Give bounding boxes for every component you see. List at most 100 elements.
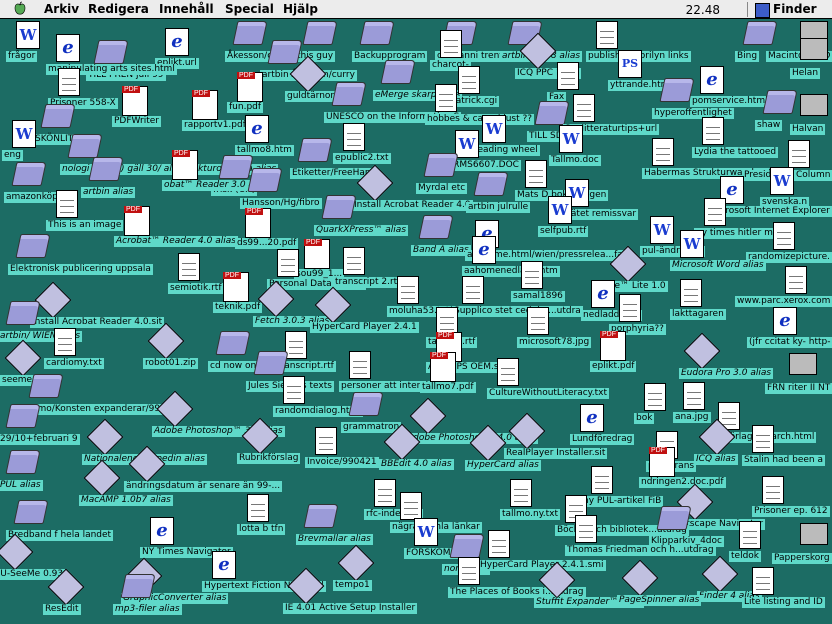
desktop-icon-label[interactable]: lotta b tfn xyxy=(237,524,286,535)
desktop-icon-label[interactable]: Thomas Friedman och h...utdrag xyxy=(565,545,716,556)
desktop-icon-label[interactable]: 29/10+februari 9 xyxy=(0,434,80,445)
desktop-icon-label[interactable]: ResEdit xyxy=(43,604,81,615)
desktop-icon-label[interactable]: ny PUL-artikel FiB xyxy=(581,496,664,507)
menu-bar: Arkiv Redigera Innehåll Special Hjälp 22… xyxy=(0,0,832,19)
desktop-icon-label[interactable]: Microsoft Word alias xyxy=(670,260,766,271)
desktop-icon-label[interactable]: QuarkXPress™ alias xyxy=(314,225,409,236)
desktop-icon-label[interactable]: transcript 2.rtf xyxy=(333,277,403,288)
desktop-icon-label[interactable]: eng xyxy=(2,150,23,161)
finder-icon[interactable] xyxy=(755,3,770,18)
desktop-icon-label[interactable]: Invoice/990421 xyxy=(305,457,379,468)
desktop-icon-label[interactable]: (jfr ccitat ky- http- xyxy=(747,337,832,348)
desktop-icon-label[interactable]: PUL alias xyxy=(0,480,43,491)
desktop-icon-label[interactable]: Stalin had been a xyxy=(742,455,825,466)
desktop-icon-label[interactable]: artbin alias xyxy=(81,187,136,198)
desktop-icon-label[interactable]: Bredband f hela landet xyxy=(6,530,114,541)
desktop-icon-label[interactable]: samal1896 xyxy=(511,291,565,302)
menu-arkiv[interactable]: Arkiv xyxy=(44,2,79,16)
desktop-icon-label[interactable]: Myrdal etc xyxy=(416,183,468,194)
desktop-icon-label[interactable]: this guy xyxy=(295,51,336,62)
desktop-icon-label[interactable]: CultureWithoutLiteracy.txt xyxy=(487,388,609,399)
desktop-icon-label[interactable]: Lydia the tattooed xyxy=(692,147,779,158)
desktop-icon-label[interactable]: PDFWriter xyxy=(112,116,161,127)
desktop-icon-label[interactable]: teknik.pdf xyxy=(213,302,263,313)
desktop-icon-label[interactable]: Band A alias xyxy=(411,245,471,256)
desktop-icon-label[interactable]: HyperCard alias xyxy=(465,460,541,471)
desktop-icon-label[interactable]: lakttagaren xyxy=(670,309,726,320)
desktop-icon-label[interactable]: grammatron xyxy=(341,422,402,433)
application-menu[interactable]: Finder xyxy=(773,2,817,16)
menu-special[interactable]: Special xyxy=(225,2,274,16)
desktop-icon-label[interactable]: Microsoft Internet Explorer xyxy=(708,206,832,217)
desktop-icon-label[interactable]: reading wheel xyxy=(472,145,540,156)
desktop-icon-label[interactable]: MacAMP 1.0b7 alias xyxy=(79,495,173,506)
desktop-icon-label[interactable]: tallmo7.pdf xyxy=(420,382,476,393)
text-document-icon xyxy=(521,261,543,289)
desktop-icon-label[interactable]: ICQ alias xyxy=(694,454,738,465)
desktop-icon-label[interactable]: Lite listing and ID xyxy=(742,597,825,608)
desktop-icon-label[interactable]: mp3-filer alias xyxy=(113,604,182,615)
text-document-icon xyxy=(458,66,480,94)
desktop-icon-label[interactable]: amazonköp xyxy=(4,192,60,203)
desktop-icon-label[interactable]: Supplico stet cedula ...utdra xyxy=(452,306,583,317)
desktop-icon-label[interactable]: Rubrikförslag xyxy=(237,453,301,464)
desktop-icon-label[interactable]: shaw xyxy=(755,120,783,131)
desktop-icon-label[interactable]: ndringen2.doc.pdf xyxy=(639,477,726,488)
desktop-icon-label[interactable]: pomservice.html xyxy=(690,96,770,107)
desktop-icon-label[interactable]: selfpub.rtf xyxy=(538,226,589,237)
desktop-icon-label[interactable]: bok xyxy=(634,413,655,424)
desktop-icon-label[interactable]: Install Acrobat Reader 4.0.sit xyxy=(30,317,165,328)
desktop-icon-label[interactable]: Tallmo/Konsten expanderar/9904 xyxy=(21,404,174,415)
folder-icon xyxy=(13,500,49,524)
desktop-icon-label[interactable]: frågor xyxy=(6,51,38,62)
desktop-icon-label[interactable]: ds99...20.pdf xyxy=(235,238,299,249)
desktop-icon-label[interactable]: Eudora Pro 3.0 alias xyxy=(679,368,774,379)
desktop-icon-label[interactable]: epublic2.txt xyxy=(333,153,391,164)
desktop-icon-label[interactable]: semiotik.rtf xyxy=(168,283,224,294)
desktop-icon-label[interactable]: Papperskorg xyxy=(772,553,832,564)
desktop-icon-label[interactable]: ändringsdatum är senare än 99-... xyxy=(124,481,283,492)
desktop-icon-label[interactable]: HyperCard Player 2.4.1 xyxy=(310,322,419,333)
desktop-icon-label[interactable]: fun.pdf xyxy=(227,102,264,113)
desktop-icon-label[interactable]: BBEdit 4.0 alias xyxy=(379,459,454,470)
desktop-icon-label[interactable]: ana.jpg xyxy=(673,412,711,423)
desktop-icon-label[interactable]: FRN riter II NT xyxy=(765,383,832,394)
menu-innehall[interactable]: Innehåll xyxy=(159,2,214,16)
desktop-icon-label[interactable]: tempo1 xyxy=(333,580,372,591)
desktop-icon-label[interactable]: robot01.zip xyxy=(143,358,199,369)
desktop-icon-label[interactable]: Lundföredrag xyxy=(570,434,635,445)
desktop-icon-label[interactable]: guldtärnor xyxy=(285,91,337,102)
pdf-document-icon: PDF xyxy=(430,352,456,382)
desktop-icon-label[interactable]: HyperCard Player 2.4.1.smi xyxy=(478,560,606,571)
desktop-icon-label[interactable]: This is an image xyxy=(46,220,124,231)
desktop-icon-label[interactable]: Acrobat™ Reader 4.0 alias xyxy=(114,236,238,247)
application-icon xyxy=(34,281,72,319)
desktop-icon-label[interactable]: www.parc.xerox.com xyxy=(735,296,832,307)
menu-redigera[interactable]: Redigera xyxy=(88,2,149,16)
desktop-icon-label[interactable]: RealPlayer Installer.sit xyxy=(504,448,608,459)
desktop-icon-label[interactable]: cardiomy.txt xyxy=(44,358,104,369)
desktop-icon-label[interactable]: IE 4.01 Active Setup Installer xyxy=(283,603,418,614)
text-document-icon xyxy=(785,266,807,294)
desktop-icon-label[interactable]: PageSpinner alias xyxy=(617,595,702,606)
desktop-icon-label[interactable]: eplikt.pdf xyxy=(590,361,637,372)
apple-menu-icon[interactable] xyxy=(12,1,28,17)
desktop-icon-label[interactable]: Tallmo.doc xyxy=(549,155,601,166)
desktop-icon-label[interactable]: Prisoner ep. 612 xyxy=(752,506,830,517)
menu-clock[interactable]: 22.48 xyxy=(686,3,720,17)
menu-hjalp[interactable]: Hjälp xyxy=(283,2,318,16)
folder-icon xyxy=(321,195,357,219)
desktop-icon-label[interactable]: microsoft78.jpg xyxy=(517,337,592,348)
desktop-icon-label[interactable]: Elektronisk publicering uppsala xyxy=(8,264,153,275)
desktop-icon-label[interactable]: cd now on xyxy=(208,361,259,372)
desktop-icon-label[interactable]: artbin julrulle xyxy=(466,202,531,213)
desktop-icon-label[interactable]: teldok xyxy=(729,551,761,562)
desktop-icon-label[interactable]: hobbes & carnal lust ?? xyxy=(425,114,535,125)
desktop-icon-label[interactable]: Install Acrobat Reader 4.0 xyxy=(352,200,473,211)
desktop-icon-label[interactable]: tallmo.ny.txt xyxy=(500,509,561,520)
desktop-icon-label[interactable]: rapportv1.pdf xyxy=(182,120,248,131)
desktop-icon-label[interactable]: Bing xyxy=(735,51,760,62)
desktop-icon-label[interactable]: Halvan xyxy=(790,124,826,135)
desktop-icon-label[interactable]: Brevmallar alias xyxy=(296,534,373,545)
desktop-icon-label[interactable]: Helan xyxy=(790,68,821,79)
